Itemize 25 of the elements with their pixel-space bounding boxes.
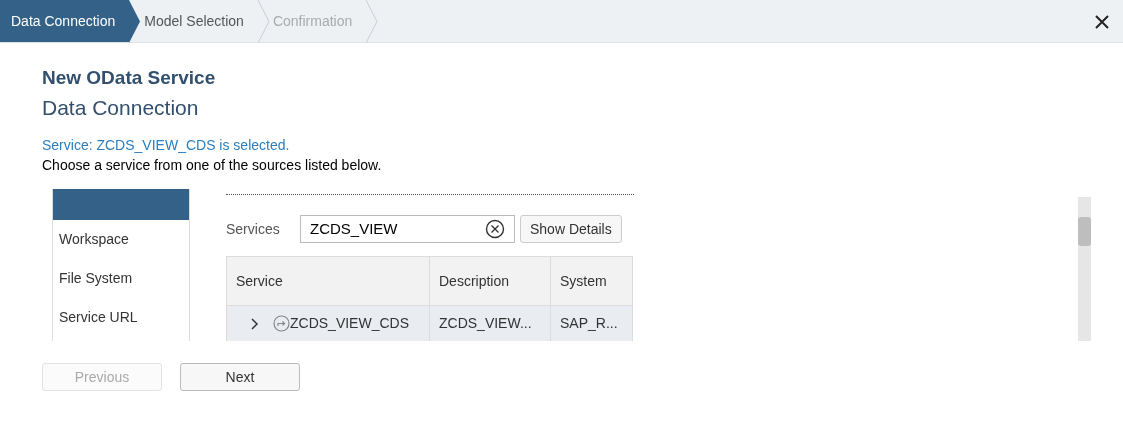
dialog-subheading: Data Connection xyxy=(42,95,200,121)
wizard-button[interactable]: Next xyxy=(180,363,300,391)
dialog-heading: New OData Service xyxy=(42,66,217,90)
expand-icon[interactable] xyxy=(249,317,259,330)
search-field[interactable]: ZCDS_VIEW xyxy=(300,215,515,243)
instruction-text: Choose a service from one of the sources listed below. xyxy=(42,156,383,175)
scrollbar-thumb[interactable] xyxy=(1078,217,1091,246)
chevron-icon xyxy=(129,0,142,43)
scrollbar-track[interactable] xyxy=(1078,197,1091,341)
column-header: System xyxy=(550,256,633,306)
column-header: Description xyxy=(429,256,551,306)
chevron-icon xyxy=(257,0,270,43)
table-cell-text: ZCDS_VIEW_CDS xyxy=(290,314,410,333)
source-item[interactable]: Service URL xyxy=(53,298,189,337)
services-label: Services xyxy=(226,219,281,239)
source-item[interactable]: Workspace xyxy=(53,220,189,259)
table-row[interactable]: ZCDS_VIEW_CDS ZCDS_VIEW... SAP_R... xyxy=(226,305,633,341)
chevron-icon xyxy=(366,0,379,43)
column-header: Service xyxy=(226,256,430,306)
clear-icon[interactable] xyxy=(485,219,505,239)
show-details-button[interactable]: Show Details xyxy=(520,215,622,243)
close-icon xyxy=(1093,13,1110,30)
source-item[interactable]: File System xyxy=(53,259,189,298)
wizard-step[interactable]: Model Selection xyxy=(141,0,270,42)
status-message: Service: ZCDS_VIEW_CDS is selected. xyxy=(42,136,291,155)
